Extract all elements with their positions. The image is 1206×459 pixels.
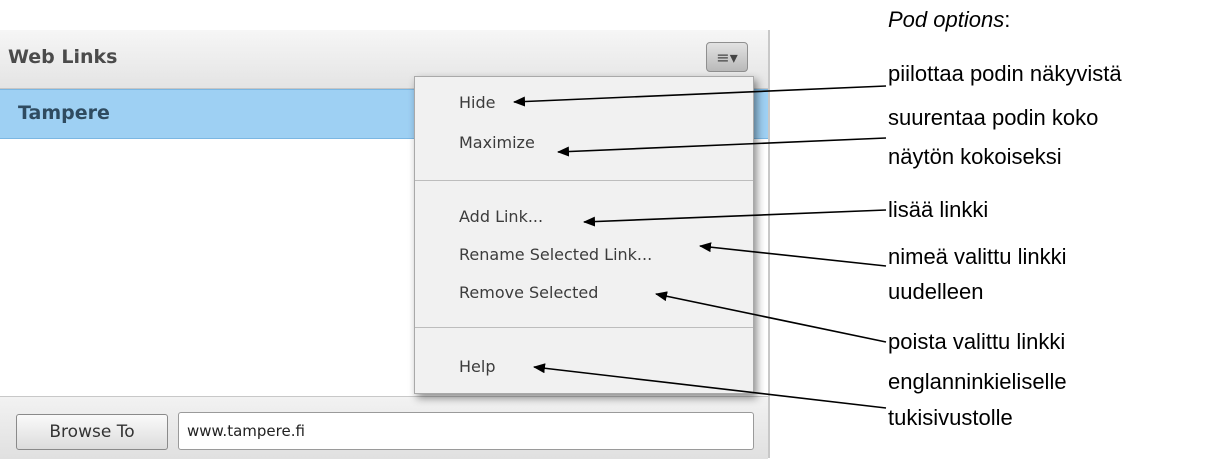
annotation-title: Pod options: (888, 6, 1010, 33)
menu-item-add-link[interactable]: Add Link... (459, 207, 543, 226)
url-input[interactable] (178, 412, 754, 450)
menu-item-remove-selected[interactable]: Remove Selected (459, 283, 598, 302)
annotation-add-link: lisää linkki (888, 197, 989, 222)
annotation-remove: poista valittu linkki (888, 329, 1066, 354)
menu-item-hide[interactable]: Hide (459, 93, 495, 112)
pod-title: Web Links (8, 46, 118, 68)
menu-separator (415, 327, 753, 328)
annotation-title-colon: : (1004, 7, 1011, 32)
annotation-rename-line1: nimeä valittu linkki (888, 244, 1067, 269)
annotation-title-text: Pod options (888, 7, 1005, 32)
menu-separator (415, 180, 753, 181)
annotation-maximize-line1: suurentaa podin koko (888, 105, 1099, 130)
annotation-hide: piilottaa podin näkyvistä (888, 61, 1122, 86)
menu-item-help[interactable]: Help (459, 357, 495, 376)
annotation-help-line2: tukisivustolle (888, 405, 1013, 430)
pod-options-menu: Hide Maximize Add Link... Rename Selecte… (414, 76, 754, 394)
annotation-maximize-line2: näytön kokoiseksi (888, 144, 1062, 169)
browse-to-button[interactable]: Browse To (16, 414, 168, 450)
pod-footer: Browse To (0, 396, 768, 459)
list-item-label: Tampere (18, 102, 110, 124)
menu-item-rename-link[interactable]: Rename Selected Link... (459, 245, 652, 264)
pod-options-menu-button[interactable]: ≡▾ (706, 42, 748, 72)
menu-item-maximize[interactable]: Maximize (459, 133, 535, 152)
annotation-rename-line2: uudelleen (888, 279, 984, 304)
annotation-help-line1: englanninkieliselle (888, 369, 1067, 394)
